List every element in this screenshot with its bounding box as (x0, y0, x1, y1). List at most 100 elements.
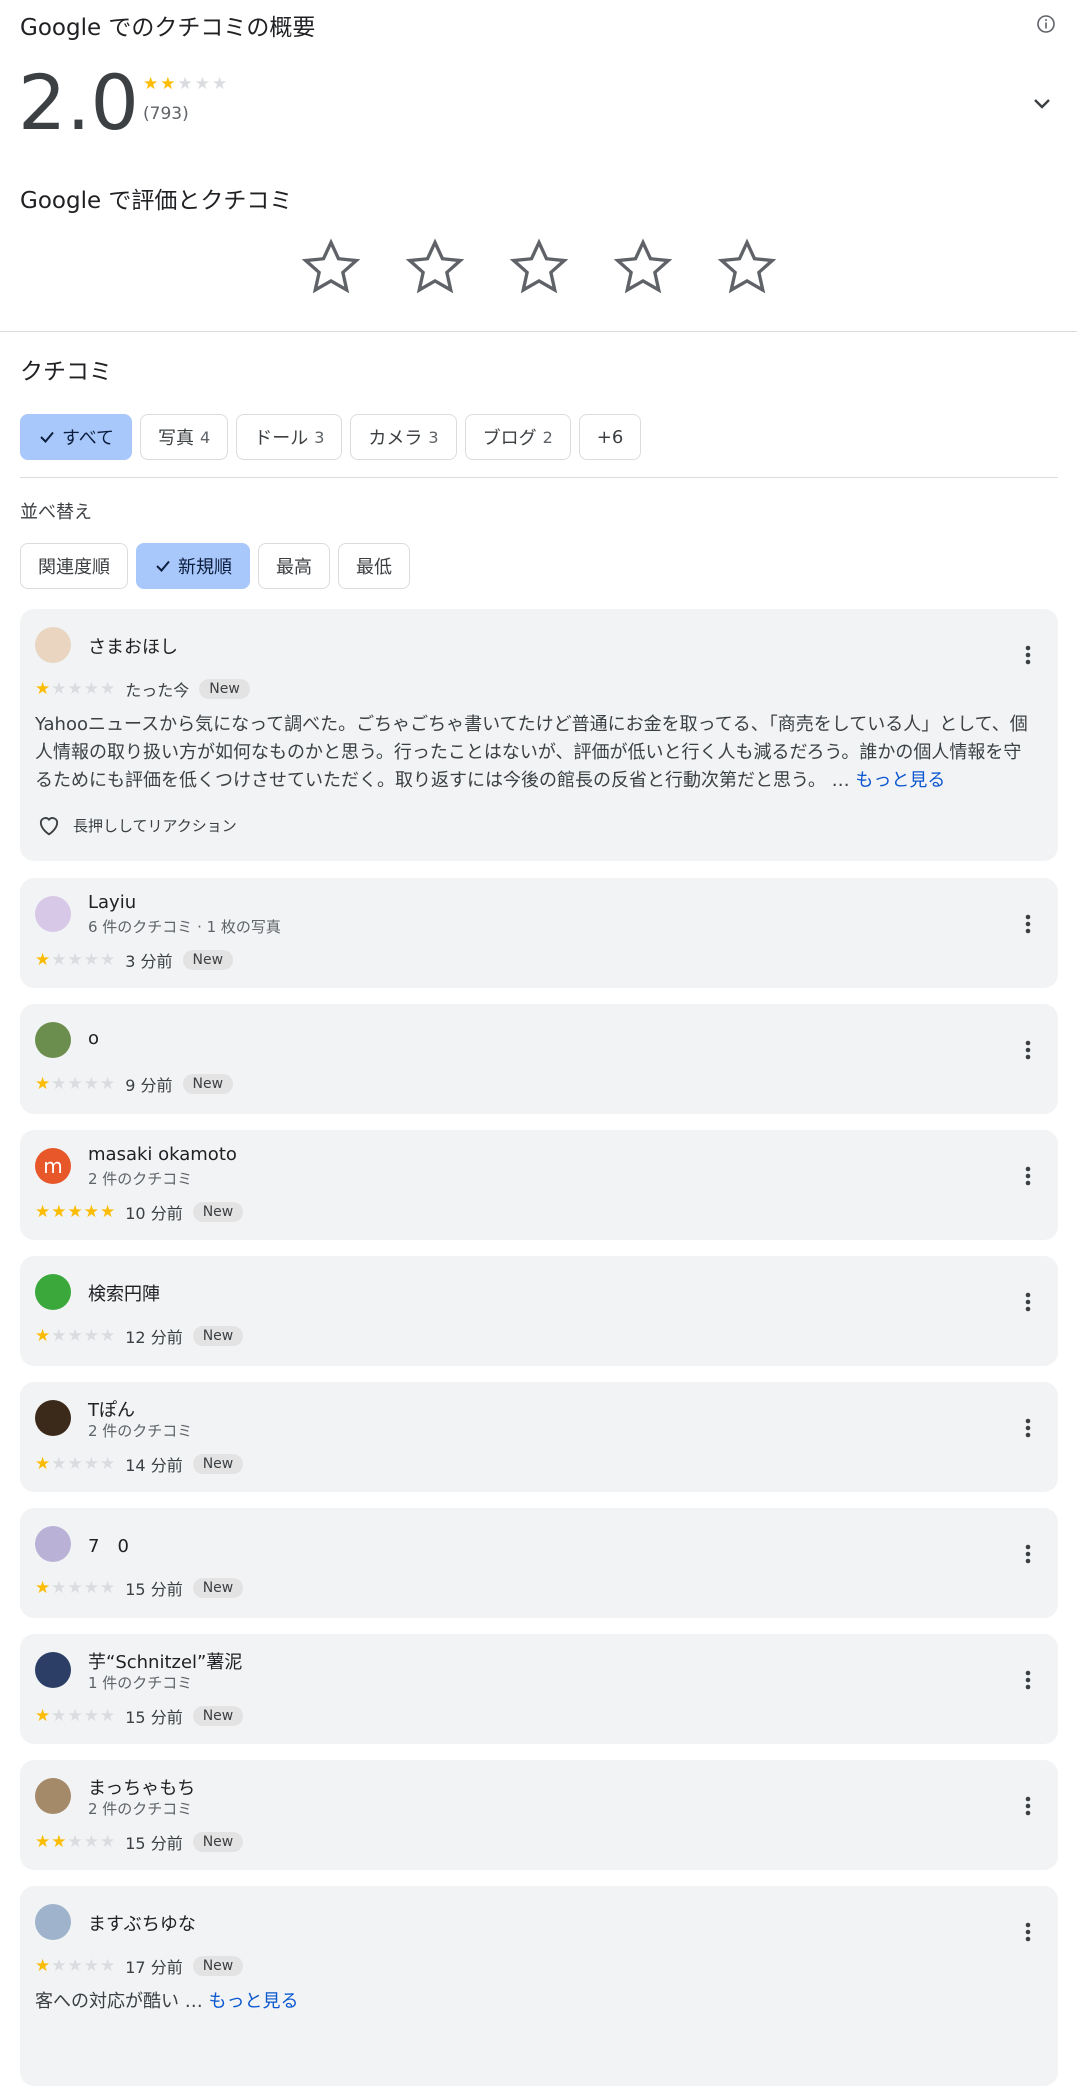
review-card: Tぽん 2 件のクチコミ ★ ★ ★ ★ ★ 14 分前 New (20, 1382, 1058, 1492)
star-filled-icon: ★ (35, 1201, 51, 1222)
review-time: 12 分前 (125, 1328, 183, 1347)
reviewer-name[interactable]: o (88, 1028, 99, 1049)
new-badge: New (199, 679, 250, 699)
reviewer-name[interactable]: masaki okamoto (88, 1144, 237, 1165)
review-time: 15 分前 (125, 1580, 183, 1599)
star-empty-icon: ★ (83, 1577, 99, 1598)
rate-star-5[interactable] (716, 236, 778, 298)
review-time: 10 分前 (125, 1204, 183, 1223)
filter-chip-label: すべて (62, 428, 115, 449)
more-options-icon[interactable] (1016, 1668, 1040, 1692)
star-empty-icon: ★ (194, 74, 210, 94)
more-options-icon[interactable] (1016, 1290, 1040, 1314)
filter-chip-count: 4 (200, 427, 211, 447)
reviewer-name[interactable]: さまおほし (88, 633, 178, 659)
star-filled-icon: ★ (160, 74, 176, 94)
more-options-icon[interactable] (1016, 1164, 1040, 1188)
avatar[interactable] (35, 1400, 71, 1436)
reviewer-name[interactable]: 芋“Schnitzel”薯泥 (88, 1648, 242, 1674)
filter-chip-count: 3 (314, 427, 325, 447)
review-meta: ★ ★ ★ ★ ★ 14 分前 New (35, 1452, 244, 1476)
avatar[interactable] (35, 1778, 71, 1814)
avatar[interactable] (35, 896, 71, 932)
info-icon[interactable] (1036, 14, 1056, 34)
review-body: 客への対応が酷い … (35, 1991, 209, 2012)
more-options-icon[interactable] (1016, 912, 1040, 936)
reviewer-name[interactable]: Layiu (88, 892, 136, 913)
filter-chip[interactable]: ブログ 2 (464, 414, 571, 460)
summary-title: Google でのクチコミの概要 (20, 15, 316, 41)
rate-star-4[interactable] (612, 236, 674, 298)
star-filled-icon: ★ (83, 1201, 99, 1222)
reaction-button[interactable]: 長押ししてリアクション (35, 811, 237, 839)
reviewer-name[interactable]: ますぶちゆな (88, 1910, 196, 1936)
more-options-icon[interactable] (1016, 1794, 1040, 1818)
rate-title: Google で評価とクチコミ (20, 188, 293, 214)
reviewer-stats: 1 件のクチコミ (88, 1674, 193, 1692)
review-card: 検索円陣 ★ ★ ★ ★ ★ 12 分前 New (20, 1256, 1058, 1366)
star-empty-icon: ★ (100, 678, 116, 699)
filter-chip[interactable]: ドール 3 (236, 414, 343, 460)
star-empty-icon: ★ (51, 1955, 67, 1976)
star-filled-icon: ★ (35, 678, 51, 699)
star-empty-icon: ★ (100, 1073, 116, 1094)
filter-chip-label: +6 (596, 426, 624, 448)
review-meta: ★ ★ ★ ★ ★ 15 分前 New (35, 1830, 244, 1854)
filter-chip-count: 3 (428, 427, 439, 447)
more-options-icon[interactable] (1016, 1038, 1040, 1062)
read-more-link[interactable]: もっと見る (855, 770, 945, 791)
star-empty-icon: ★ (51, 1325, 67, 1346)
filter-chip[interactable]: +6 (578, 414, 642, 460)
more-options-icon[interactable] (1016, 643, 1040, 667)
review-card: m masaki okamoto 2 件のクチコミ ★ ★ ★ ★ ★ 10 分前 New (20, 1130, 1058, 1240)
read-more-link[interactable]: もっと見る (208, 1991, 298, 2012)
review-card: 芋“Schnitzel”薯泥 1 件のクチコミ ★ ★ ★ ★ ★ 15 分前 New (20, 1634, 1058, 1744)
reviewer-name[interactable]: まっちゃもち (88, 1774, 195, 1800)
rate-star-1[interactable] (300, 236, 362, 298)
sort-chip[interactable]: 新規順 (136, 543, 250, 589)
review-card: 7 0 ★ ★ ★ ★ ★ 15 分前 New (20, 1508, 1058, 1618)
filter-chip[interactable]: カメラ 3 (350, 414, 457, 460)
review-stars: ★ ★ ★ ★ ★ (35, 1201, 115, 1222)
star-filled-icon: ★ (35, 949, 51, 970)
avatar[interactable]: m (35, 1148, 71, 1184)
reviewer-name[interactable]: Tぽん (88, 1396, 135, 1422)
review-time: 17 分前 (125, 1958, 183, 1977)
star-filled-icon: ★ (143, 74, 159, 94)
rate-star-2[interactable] (404, 236, 466, 298)
more-options-icon[interactable] (1016, 1920, 1040, 1944)
avatar[interactable] (35, 1904, 71, 1940)
filter-chip-count: 2 (542, 427, 553, 447)
filter-chip[interactable]: すべて (20, 414, 133, 460)
avatar[interactable] (35, 1652, 71, 1688)
avatar[interactable] (35, 1274, 71, 1310)
star-empty-icon: ★ (67, 1325, 83, 1346)
star-empty-icon: ★ (100, 1453, 116, 1474)
sort-chip[interactable]: 関連度順 (20, 543, 128, 589)
star-empty-icon: ★ (51, 1453, 67, 1474)
more-options-icon[interactable] (1016, 1416, 1040, 1440)
star-empty-icon: ★ (67, 1577, 83, 1598)
sort-chip[interactable]: 最低 (338, 543, 410, 589)
star-empty-icon: ★ (67, 678, 83, 699)
star-empty-icon: ★ (83, 949, 99, 970)
sort-chip[interactable]: 最高 (258, 543, 330, 589)
review-stars: ★ ★ ★ ★ ★ (35, 1577, 115, 1598)
new-badge: New (192, 1832, 244, 1852)
reviewer-stats: 2 件のクチコミ (88, 1422, 193, 1440)
review-meta: ★ ★ ★ ★ ★ 17 分前 New (35, 1954, 244, 1978)
filter-chip[interactable]: 写真 4 (140, 414, 229, 460)
avatar[interactable] (35, 1022, 71, 1058)
rate-star-3[interactable] (508, 236, 570, 298)
divider (20, 477, 1058, 478)
reviewer-name[interactable]: 検索円陣 (88, 1280, 160, 1306)
review-count: (793) (143, 104, 189, 124)
chevron-down-icon[interactable] (1030, 92, 1054, 116)
more-options-icon[interactable] (1016, 1542, 1040, 1566)
review-stars: ★ ★ ★ ★ ★ (35, 678, 116, 699)
avatar[interactable] (35, 627, 71, 663)
avatar[interactable] (35, 1526, 71, 1562)
sort-chip-label: 最低 (356, 557, 392, 578)
reviewer-name[interactable]: 7 0 (88, 1532, 129, 1558)
new-badge: New (192, 1454, 244, 1474)
